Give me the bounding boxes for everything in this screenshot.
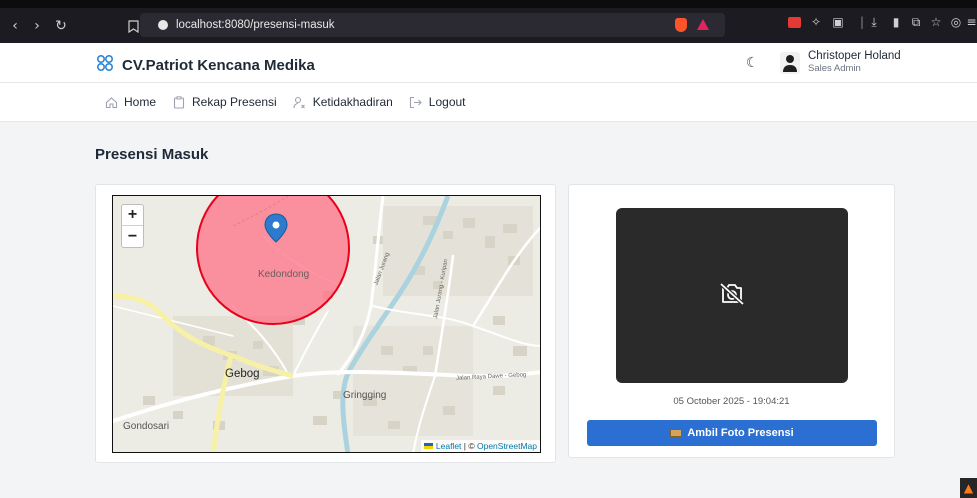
brand[interactable]: CV.Patriot Kencana Medika xyxy=(94,52,315,78)
forward-icon[interactable]: › xyxy=(26,15,48,37)
extensions-puzzle-icon[interactable]: ✧ xyxy=(808,14,824,30)
nav-item-label: Ketidakhadiran xyxy=(312,95,393,109)
map-zoom-control: + − xyxy=(121,204,144,248)
app-header: CV.Patriot Kencana Medika ☾ Christoper H… xyxy=(0,43,977,83)
nav-item-label: Home xyxy=(124,95,157,109)
openstreetmap-link[interactable]: OpenStreetMap xyxy=(477,441,537,451)
nav-item-label: Rekap Presensi xyxy=(192,95,277,109)
back-icon[interactable]: ‹ xyxy=(4,15,26,37)
clipboard-icon xyxy=(172,95,186,109)
leaflet-link[interactable]: Leaflet xyxy=(436,441,462,451)
extension-icon-red[interactable] xyxy=(786,14,802,30)
download-icon[interactable]: ⤓ xyxy=(866,14,882,30)
camera-off-icon xyxy=(719,282,745,310)
location-map[interactable]: Kedondong Gebog Gringging Gondosari Jala… xyxy=(112,195,541,453)
nav-item-logout[interactable]: Logout xyxy=(409,95,466,109)
avatar xyxy=(780,52,800,74)
nav-item-label: Logout xyxy=(428,95,466,109)
main-nav: Home Rekap Presensi Ketidakhadiran Logou… xyxy=(0,83,977,122)
current-timestamp: 05 October 2025 - 19:04:21 xyxy=(673,396,790,407)
brave-shield-icon[interactable] xyxy=(675,18,687,32)
user-name: Christoper Holand xyxy=(808,50,901,62)
reader-mode-icon[interactable]: ▣ xyxy=(830,14,846,30)
address-bar[interactable]: localhost:8080/presensi-masuk xyxy=(128,13,725,37)
nav-item-rekap-presensi[interactable]: Rekap Presensi xyxy=(172,95,277,109)
nav-item-ketidakhadiran[interactable]: Ketidakhadiran xyxy=(293,95,393,109)
home-icon xyxy=(104,95,118,109)
sidebar-icon[interactable]: ▮ xyxy=(888,14,904,30)
screenshot-icon[interactable]: ⧉ xyxy=(908,14,924,30)
dark-mode-toggle-icon[interactable]: ☾ xyxy=(746,55,759,71)
url-text: localhost:8080/presensi-masuk xyxy=(176,19,335,31)
vpn-shield-icon[interactable]: ◎ xyxy=(948,14,964,30)
map-label-gebog: Gebog xyxy=(225,368,260,380)
page-title: Presensi Masuk xyxy=(95,146,209,163)
nav-item-home[interactable]: Home xyxy=(104,95,156,109)
map-card: Kedondong Gebog Gringging Gondosari Jala… xyxy=(95,184,556,463)
zoom-in-button[interactable]: + xyxy=(122,205,143,226)
take-photo-label: Ambil Foto Presensi xyxy=(687,427,794,439)
brand-title: CV.Patriot Kencana Medika xyxy=(122,56,315,74)
take-attendance-photo-button[interactable]: Ambil Foto Presensi xyxy=(587,420,877,446)
map-label-gringging: Gringging xyxy=(343,390,387,401)
attribution-separator: | © xyxy=(461,441,477,451)
reload-icon[interactable]: ↻ xyxy=(50,15,72,37)
browser-tab-strip xyxy=(0,0,977,8)
ukraine-flag-icon xyxy=(423,443,433,449)
bookmark-star-icon[interactable]: ☆ xyxy=(928,14,944,30)
user-x-icon xyxy=(293,95,307,109)
site-info-icon[interactable] xyxy=(158,20,168,30)
map-label-gondosari: Gondosari xyxy=(123,421,170,432)
brand-logo-icon xyxy=(94,52,116,78)
camera-preview xyxy=(616,208,848,383)
camera-icon xyxy=(670,429,683,437)
logout-icon xyxy=(409,95,423,109)
map-label-kedondong: Kedondong xyxy=(258,269,310,280)
camera-card: 05 October 2025 - 19:04:21 Ambil Foto Pr… xyxy=(568,184,895,458)
user-role: Sales Admin xyxy=(808,63,861,74)
menu-icon[interactable]: ≡ xyxy=(966,14,977,30)
bookmark-icon[interactable] xyxy=(128,18,139,37)
zoom-out-button[interactable]: − xyxy=(122,226,143,247)
flame-icon[interactable]: ▲ xyxy=(960,478,977,498)
map-attribution: Leaflet | © OpenStreetMap xyxy=(420,440,540,452)
map-tiles xyxy=(113,196,540,452)
browser-chrome: ‹ › ↻ localhost:8080/presensi-masuk ✧ ▣ … xyxy=(0,0,977,43)
user-menu[interactable]: Christoper Holand Sales Admin xyxy=(780,50,901,74)
brave-rewards-icon[interactable] xyxy=(697,19,709,30)
browser-toolbar: ‹ › ↻ localhost:8080/presensi-masuk ✧ ▣ … xyxy=(0,8,977,43)
